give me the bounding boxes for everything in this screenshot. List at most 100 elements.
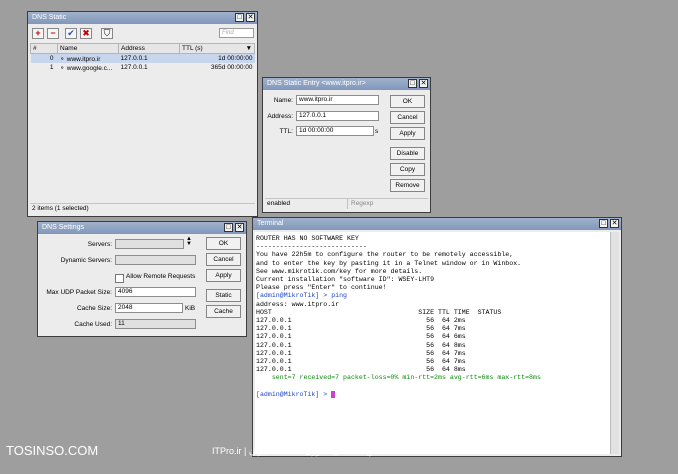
row-address: 127.0.0.1 xyxy=(118,53,180,63)
column-header-address[interactable]: Address xyxy=(118,43,180,54)
cache-size-field[interactable]: 2048 xyxy=(115,303,183,313)
close-icon[interactable]: ✕ xyxy=(419,79,428,88)
disable-button[interactable]: Disable xyxy=(390,147,425,160)
status-bar: enabled Regexp xyxy=(265,198,428,210)
close-icon[interactable]: ✕ xyxy=(610,219,619,228)
window-title: DNS Static xyxy=(32,14,67,21)
terminal-titlebar[interactable]: Terminal □ ✕ xyxy=(253,218,621,230)
ttl-field[interactable]: 1d 00:00:00 xyxy=(296,126,374,136)
address-label: Address: xyxy=(267,113,293,120)
row-ttl: 1d 00:00:00 xyxy=(179,53,255,63)
ping-row: 127.0.0.1 56 64 2ms xyxy=(256,317,466,325)
terminal-line: See www.mikrotik.com/key for more detail… xyxy=(256,267,423,275)
servers-field[interactable] xyxy=(115,239,184,249)
row-address: 127.0.0.1 xyxy=(120,64,148,71)
apply-button[interactable]: Apply xyxy=(206,269,241,282)
ping-row: 127.0.0.1 56 64 8ms xyxy=(256,341,466,349)
max-udp-field[interactable]: 4096 xyxy=(115,287,196,297)
sort-arrows-icon[interactable]: ▲ ▼ xyxy=(186,236,192,247)
ok-button[interactable]: OK xyxy=(206,237,241,250)
row-num: 1 xyxy=(49,64,54,71)
name-field[interactable]: www.itpro.ir xyxy=(296,95,379,105)
name-label: Name: xyxy=(273,97,293,104)
ping-header: HOST SIZE TTL TIME STATUS xyxy=(256,308,502,316)
prompt: [admin@MikroTik] > xyxy=(256,292,332,300)
apply-button[interactable]: Apply xyxy=(390,127,425,140)
allow-remote-checkbox[interactable] xyxy=(115,274,124,283)
terminal-prompt-line: [admin@MikroTik] > _ xyxy=(256,390,610,399)
terminal-line: ROUTER HAS NO SOFTWARE KEY xyxy=(256,235,359,242)
column-header-name[interactable]: Name xyxy=(57,43,119,54)
address-field[interactable]: 127.0.0.1 xyxy=(296,111,379,121)
dns-entry-titlebar[interactable]: DNS Static Entry <www.itpro.ir> □ ✕ xyxy=(263,78,430,90)
static-button[interactable]: Static xyxy=(206,289,241,302)
ok-button[interactable]: OK xyxy=(390,95,425,108)
terminal-line: You have 22h5m to configure the router t… xyxy=(256,251,514,259)
close-icon[interactable]: ✕ xyxy=(235,223,244,232)
cache-button[interactable]: Cache xyxy=(206,305,241,318)
terminal-line: Please press "Enter" to continue! xyxy=(256,284,387,292)
window-title: Terminal xyxy=(257,220,284,227)
table-row[interactable]: 1 ⚬ www.google.c... 127.0.0.1 365d 00:00… xyxy=(31,63,255,72)
window-title: DNS Static Entry <www.itpro.ir> xyxy=(267,80,366,87)
row-name-text: www.itpro.ir xyxy=(66,55,101,63)
terminal-scrollbar[interactable] xyxy=(610,232,619,454)
copy-button[interactable]: Copy xyxy=(390,163,425,176)
watermark-left: TOSINSO.COM xyxy=(6,443,99,458)
servers-label: Servers: xyxy=(87,241,112,248)
terminal-line: and to enter the key by pasting it in a … xyxy=(256,259,522,267)
table-header: # Name Address TTL (s) ▼ xyxy=(30,43,255,54)
ttl-header-label: TTL (s) xyxy=(182,45,203,52)
ttl-unit: s xyxy=(375,128,379,135)
terminal-prompt-line: [admin@MikroTik] > ping xyxy=(256,292,610,300)
terminal-output[interactable]: ROUTER HAS NO SOFTWARE KEY --------------… xyxy=(255,232,611,454)
cancel-button[interactable]: Cancel xyxy=(390,111,425,124)
remove-button[interactable]: − xyxy=(47,28,59,39)
ping-row: 127.0.0.1 56 64 6ms xyxy=(256,333,466,341)
dns-static-table: # Name Address TTL (s) ▼ 0 ⚬ www.itpro.ir… xyxy=(30,43,255,72)
dns-settings-titlebar[interactable]: DNS Settings □ ✕ xyxy=(38,222,246,234)
ping-summary: sent=7 received=7 packet-loss=0% min-rtt… xyxy=(256,374,541,382)
terminal-line: address: www.itpro.ir xyxy=(256,300,340,308)
maximize-icon[interactable]: □ xyxy=(408,79,417,88)
prompt: [admin@MikroTik] > xyxy=(256,390,332,398)
dynamic-servers-field xyxy=(115,255,196,265)
remove-button[interactable]: Remove xyxy=(390,179,425,192)
allow-remote-label: Allow Remote Requests xyxy=(126,273,196,280)
terminal-line: ---------------------------- xyxy=(256,243,367,251)
status-regexp: Regexp xyxy=(347,199,373,209)
cancel-button[interactable]: Cancel xyxy=(206,253,241,266)
dns-settings-window: DNS Settings □ ✕ Servers: ▲ ▼ Dynamic Ser… xyxy=(37,221,247,337)
row-num: 0 xyxy=(30,53,58,63)
dynamic-servers-label: Dynamic Servers: xyxy=(60,257,112,264)
disable-button[interactable]: ✖ xyxy=(80,28,92,39)
filter-button[interactable]: ⛉ xyxy=(101,28,113,39)
enable-button[interactable]: ✔ xyxy=(65,28,77,39)
add-button[interactable]: + xyxy=(32,28,44,39)
maximize-icon[interactable]: □ xyxy=(235,13,244,22)
column-header-num[interactable]: # xyxy=(30,43,58,54)
terminal-line: Current installation "software ID": WSEY… xyxy=(256,276,435,284)
cache-used-label: Cache Used: xyxy=(74,321,112,328)
close-icon[interactable]: ✕ xyxy=(246,13,255,22)
ttl-label: TTL: xyxy=(279,128,293,135)
cache-used-field: 11 xyxy=(115,319,196,329)
dns-entry-icon: ⚬ xyxy=(59,64,67,72)
dns-static-titlebar[interactable]: DNS Static □ ✕ xyxy=(28,12,257,24)
row-name: ⚬ www.itpro.ir xyxy=(57,53,119,63)
find-input[interactable]: Find xyxy=(219,28,254,38)
max-udp-label: Max UDP Packet Size: xyxy=(46,289,112,296)
column-header-ttl[interactable]: TTL (s) ▼ xyxy=(179,43,255,54)
chevron-down-icon[interactable]: ▼ xyxy=(246,45,252,52)
dns-entry-icon: ⚬ xyxy=(59,55,67,63)
table-row[interactable]: 0 ⚬ www.itpro.ir 127.0.0.1 1d 00:00:00 xyxy=(30,53,255,63)
maximize-icon[interactable]: □ xyxy=(599,219,608,228)
ping-row: 127.0.0.1 56 64 7ms xyxy=(256,358,466,366)
cursor: _ xyxy=(331,390,336,398)
maximize-icon[interactable]: □ xyxy=(224,223,233,232)
cache-size-label: Cache Size: xyxy=(76,305,112,312)
terminal-window: Terminal □ ✕ ROUTER HAS NO SOFTWARE KEY -… xyxy=(252,217,622,457)
row-name-text: www.google.c... xyxy=(66,64,113,72)
watermark-right: ITPro.ir | انجمن تخصصی فناوری اطلاعات ای… xyxy=(212,446,390,456)
